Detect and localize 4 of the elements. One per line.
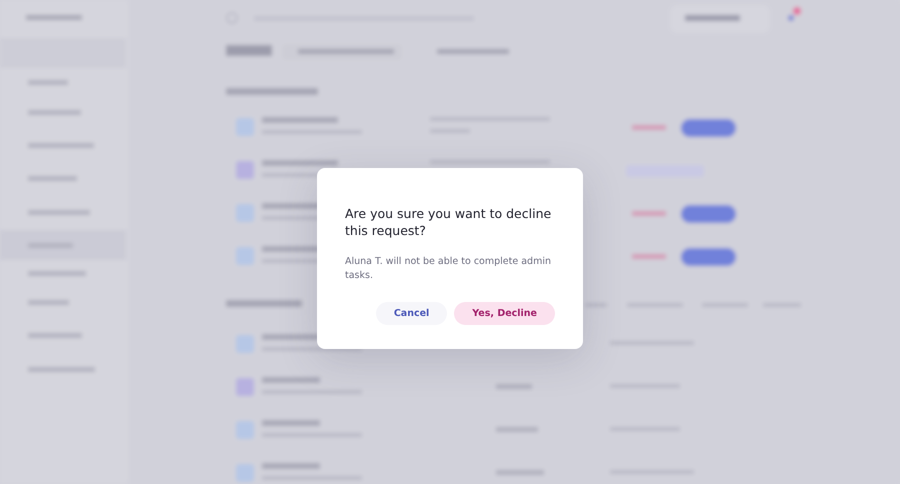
decline-button[interactable]: Yes, Decline bbox=[454, 302, 555, 325]
cancel-button[interactable]: Cancel bbox=[376, 302, 448, 325]
dialog-title: Are you sure you want to decline this request? bbox=[345, 205, 552, 239]
dialog-message: Aluna T. will not be able to complete admin tasks. bbox=[345, 255, 552, 283]
